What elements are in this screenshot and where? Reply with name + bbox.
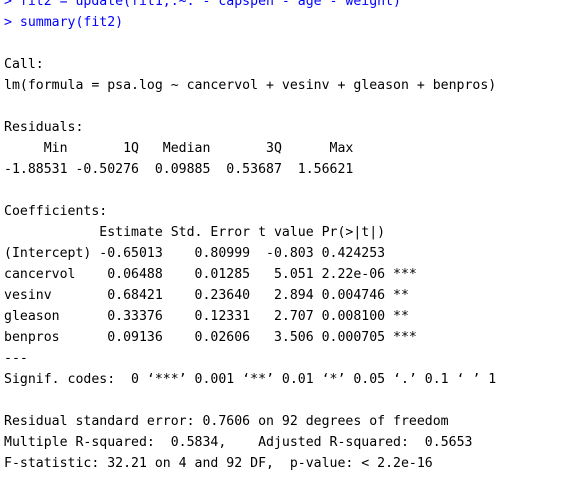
- signif-codes: Signif. codes: 0 ‘***’ 0.001 ‘**’ 0.01 ‘…: [4, 372, 497, 387]
- call-header: Call:: [4, 57, 44, 72]
- coefficient-row-vesinv: vesinv 0.68421 0.23640 2.894 0.004746 **: [4, 288, 417, 303]
- coefficient-row-benpros: benpros 0.09136 0.02606 3.506 0.000705 *…: [4, 330, 417, 345]
- command-summary: > summary(fit2): [4, 15, 124, 30]
- call-formula: lm(formula = psa.log ~ cancervol + vesin…: [4, 78, 497, 93]
- r-console[interactable]: > fit2 = update(fit1,.~. - capspen - age…: [4, 0, 567, 474]
- coefficients-header: Coefficients:: [4, 204, 108, 219]
- separator-line: ---: [4, 351, 28, 366]
- coefficient-row-cancervol: cancervol 0.06488 0.01285 5.051 2.22e-06…: [4, 267, 417, 282]
- residual-standard-error: Residual standard error: 0.7606 on 92 de…: [4, 414, 449, 429]
- coefficients-column-headers: Estimate Std. Error t value Pr(>|t|): [4, 225, 417, 240]
- residuals-values: -1.88531 -0.50276 0.09885 0.53687 1.5662…: [4, 162, 362, 177]
- coefficient-row-intercept: (Intercept) -0.65013 0.80999 -0.803 0.42…: [4, 246, 417, 261]
- r-squared-line: Multiple R-squared: 0.5834, Adjusted R-s…: [4, 435, 481, 450]
- coefficient-row-gleason: gleason 0.33376 0.12331 2.707 0.008100 *…: [4, 309, 417, 324]
- residuals-labels: Min 1Q Median 3Q Max: [4, 141, 362, 156]
- residuals-header: Residuals:: [4, 120, 84, 135]
- f-statistic-line: F-statistic: 32.21 on 4 and 92 DF, p-val…: [4, 456, 433, 471]
- command-update-fit: > fit2 = update(fit1,.~. - capspen - age…: [4, 0, 401, 9]
